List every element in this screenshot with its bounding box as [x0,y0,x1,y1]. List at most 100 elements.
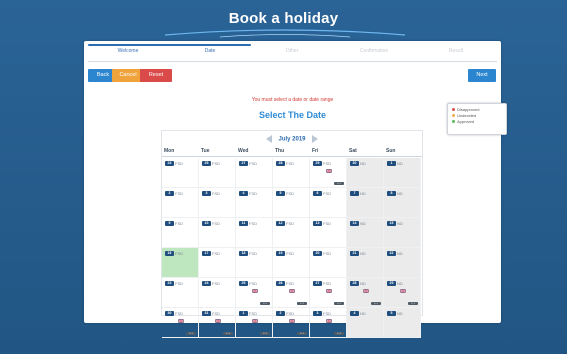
month-label: July 2019 [278,136,306,143]
weekday-sun: Sun [386,148,396,154]
calendar-day-cell[interactable]: 17 FSD [199,248,236,278]
calendar-day-cell[interactable]: 16 FSD [162,248,199,278]
step-progress-bar [88,44,251,46]
more-details-button[interactable]: • • • [186,332,196,335]
calendar-day-cell[interactable]: 15 ND [384,218,421,248]
more-details-button[interactable]: • • • [260,302,270,305]
day-type-label: ND [397,311,403,316]
calendar-day-cell[interactable]: 24 FSD [162,158,199,188]
step-welcome[interactable]: Welcome [88,48,168,54]
calendar-day-cell[interactable]: 25 FSD • • • [236,278,273,308]
calendar-day-cell[interactable]: 1 ND [384,158,421,188]
calendar-day-cell[interactable]: 6 FSD [310,188,347,218]
calendar-day-cell[interactable]: 22 ND [384,248,421,278]
calendar-day-cell[interactable]: 8 ND [384,188,421,218]
calendar-day-cell[interactable]: 2 FSD • • • [273,308,310,338]
calendar-day-cell[interactable]: 5 FSD [273,188,310,218]
day-number-badge: 25 [202,161,211,166]
day-number-badge: 10 [202,221,211,226]
approved-dot-icon [452,120,455,124]
day-number-badge: 24 [165,161,174,166]
more-details-button[interactable]: • • • [334,332,344,335]
calendar-day-cell[interactable]: 30 FSD • • • [162,308,199,338]
calendar-day-cell[interactable]: 14 ND [347,218,384,248]
calendar-day-cell[interactable]: 3 FSD • • • [310,308,347,338]
calendar-day-cell[interactable]: 19 FSD [273,248,310,278]
calendar-day-cell[interactable]: 20 FSD [310,248,347,278]
day-number-badge: 19 [276,251,285,256]
calendar-day-cell[interactable]: 4 ND [347,308,384,338]
legend-label: Disapproved [457,107,480,112]
more-details-button[interactable]: • • • [334,182,344,185]
day-type-label: FSD [212,161,220,166]
calendar-day-cell[interactable]: 27 FSD • • • [310,278,347,308]
calendar-day-cell[interactable]: 27 FSD [236,158,273,188]
more-details-button[interactable]: • • • [408,302,418,305]
calendar-day-cell[interactable]: 10 FSD [199,218,236,248]
next-month-icon[interactable] [311,135,318,143]
step-confirmation: Confirmation [359,48,389,54]
calendar-day-cell[interactable]: 28 FSD [273,158,310,188]
calendar: July 2019 Mon Tue Wed Thu Fri Sat Sun 24 FSD 25 F… [161,130,423,338]
more-details-button[interactable]: • • • [371,302,381,305]
day-type-label: FSD [323,161,331,166]
day-number-badge: 9 [165,221,174,226]
day-number-badge: 5 [276,191,285,196]
calendar-day-cell[interactable]: 29 FSD • • • [310,158,347,188]
calendar-day-cell[interactable]: 3 FSD [199,188,236,218]
day-type-label: FSD [286,191,294,196]
calendar-day-cell[interactable]: 2 FSD [162,188,199,218]
calendar-day-cell[interactable]: 11 FSD [236,218,273,248]
calendar-day-cell[interactable]: 23 FSD [162,278,199,308]
more-details-button[interactable]: • • • [297,302,307,305]
calendar-day-cell[interactable]: 30 ND [347,158,384,188]
calendar-day-cell[interactable]: 9 FSD [162,218,199,248]
calendar-day-cell[interactable]: 7 ND [347,188,384,218]
weekday-fri: Fri [312,148,319,154]
weekday-thu: Thu [275,148,285,154]
day-number-badge: 28 [276,161,285,166]
day-type-label: ND [360,221,366,226]
day-type-label: FSD [175,191,183,196]
day-number-badge: 30 [350,161,359,166]
day-type-label: ND [360,161,366,166]
next-button[interactable]: Next [468,69,496,82]
day-type-label: FSD [249,221,257,226]
day-number-badge: 7 [350,191,359,196]
more-details-button[interactable]: • • • [260,332,270,335]
day-type-label: ND [397,161,403,166]
select-date-heading: Select The Date [258,110,327,120]
legend-item-approved: Approved [452,119,502,125]
day-type-label: FSD [212,281,220,286]
more-details-button[interactable]: • • • [297,332,307,335]
reset-button[interactable]: Reset [140,69,172,82]
step-date[interactable]: Date [170,48,250,54]
day-type-label: ND [397,281,403,286]
calendar-day-cell[interactable]: 24 FSD [199,278,236,308]
more-details-button[interactable]: • • • [223,332,233,335]
day-number-badge: 14 [350,221,359,226]
uk-flag-icon [252,319,258,323]
day-number-badge: 27 [313,281,322,286]
calendar-day-cell[interactable]: 4 FSD [236,188,273,218]
calendar-day-cell[interactable]: 25 FSD [199,158,236,188]
calendar-day-cell[interactable]: 18 FSD [236,248,273,278]
day-type-label: FSD [323,191,331,196]
calendar-day-cell[interactable]: 13 FSD [310,218,347,248]
calendar-day-cell[interactable]: 28 ND • • • [347,278,384,308]
day-number-badge: 6 [313,191,322,196]
calendar-day-cell[interactable]: 1 FSD • • • [236,308,273,338]
day-type-label: FSD [286,221,294,226]
calendar-day-cell[interactable]: 5 ND [384,308,421,338]
day-type-label: ND [397,191,403,196]
more-details-button[interactable]: • • • [334,302,344,305]
legend-label: Undecided [457,113,477,118]
previous-month-icon[interactable] [266,135,273,143]
calendar-day-cell[interactable]: 29 ND • • • [384,278,421,308]
status-legend: Disapproved Undecided Approved [447,103,507,135]
calendar-day-cell[interactable]: 21 ND [347,248,384,278]
calendar-day-cell[interactable]: 31 FSD • • • [199,308,236,338]
calendar-day-cell[interactable]: 26 FSD • • • [273,278,310,308]
calendar-day-cell[interactable]: 12 FSD [273,218,310,248]
day-number-badge: 27 [239,161,248,166]
